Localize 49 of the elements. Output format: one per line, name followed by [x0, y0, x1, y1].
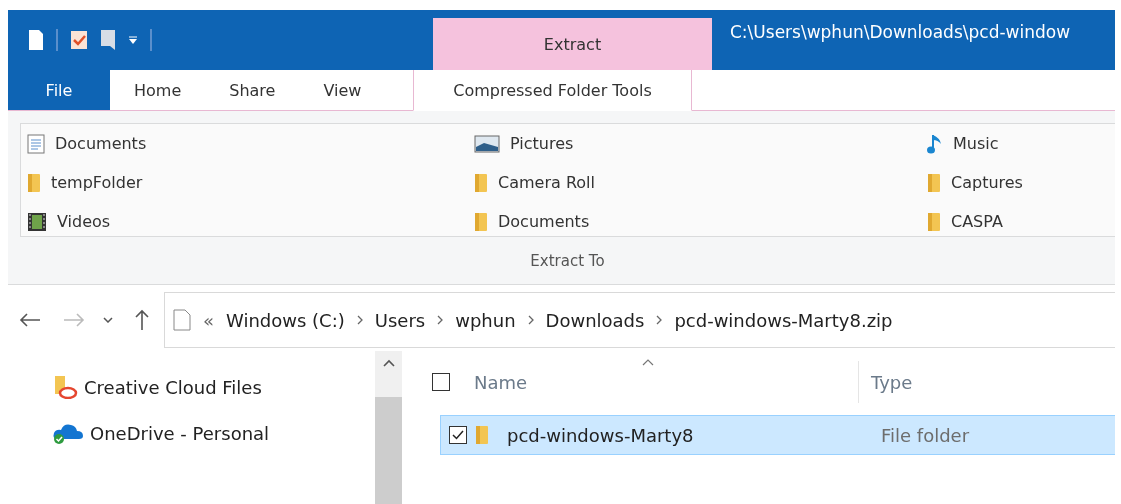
select-all-checkbox[interactable]: [432, 373, 450, 391]
picture-icon: [474, 134, 500, 153]
destination-item[interactable]: Videos: [27, 211, 474, 232]
file-row[interactable]: pcd-windows-Marty8 File folder: [440, 415, 1115, 455]
destination-item[interactable]: Pictures: [474, 134, 927, 153]
destination-item[interactable]: CASPA: [927, 211, 1115, 232]
document-icon[interactable]: [28, 29, 44, 51]
window-title: C:\Users\wphun\Downloads\pcd-window: [729, 21, 1072, 44]
breadcrumb[interactable]: Windows (C:): [226, 309, 345, 331]
contextual-tab-header: Extract: [433, 18, 712, 70]
column-header[interactable]: Name: [450, 361, 859, 403]
destination-item[interactable]: Captures: [927, 172, 1115, 193]
breadcrumb[interactable]: Users: [374, 309, 426, 331]
destination-item[interactable]: Documents: [474, 211, 927, 232]
dropdown-icon[interactable]: [128, 35, 138, 45]
document-icon: [27, 133, 45, 154]
chevron-down-icon[interactable]: [103, 317, 113, 323]
chevron-right-icon[interactable]: [437, 315, 444, 325]
column-header[interactable]: Type: [859, 371, 913, 393]
navigation-item[interactable]: Creative Cloud Files: [52, 375, 375, 399]
destination-item[interactable]: tempFolder: [27, 172, 474, 193]
destination-item[interactable]: Documents: [27, 133, 474, 154]
film-icon: [27, 211, 47, 232]
chevron-right-icon[interactable]: [656, 315, 663, 325]
document-icon: [173, 309, 191, 331]
chevron-right-icon[interactable]: [527, 315, 534, 325]
row-checkbox[interactable]: [449, 426, 467, 444]
scrollbar-thumb[interactable]: [375, 397, 402, 504]
destination-item[interactable]: Camera Roll: [474, 172, 927, 193]
file-tab[interactable]: File: [8, 70, 110, 110]
address-bar[interactable]: « Windows (C:) Users wphun Downloads pcd-windows-Marty8.zip: [164, 292, 1115, 348]
folder-cloud-icon: [52, 375, 78, 399]
file-type: File folder: [881, 424, 970, 446]
sort-caret-icon: [642, 359, 654, 366]
music-note-icon: [927, 132, 943, 155]
ribbon-tab[interactable]: Compressed Folder Tools: [413, 70, 692, 111]
breadcrumb[interactable]: pcd-windows-Marty8.zip: [674, 309, 893, 331]
chevron-right-icon[interactable]: [356, 315, 363, 325]
scroll-up-icon[interactable]: [382, 359, 395, 367]
group-label: Extract To: [530, 251, 605, 270]
file-name: pcd-windows-Marty8: [507, 424, 695, 446]
destination-item[interactable]: Music: [927, 132, 1115, 155]
back-arrow-icon[interactable]: [19, 313, 41, 327]
breadcrumb[interactable]: Downloads: [545, 309, 645, 331]
navigation-item[interactable]: OneDrive - Personal: [52, 421, 375, 445]
up-arrow-icon[interactable]: [135, 309, 149, 331]
checklist-icon[interactable]: [70, 30, 88, 50]
overflow-chevron[interactable]: «: [203, 309, 214, 331]
breadcrumb[interactable]: wphun: [455, 309, 516, 331]
